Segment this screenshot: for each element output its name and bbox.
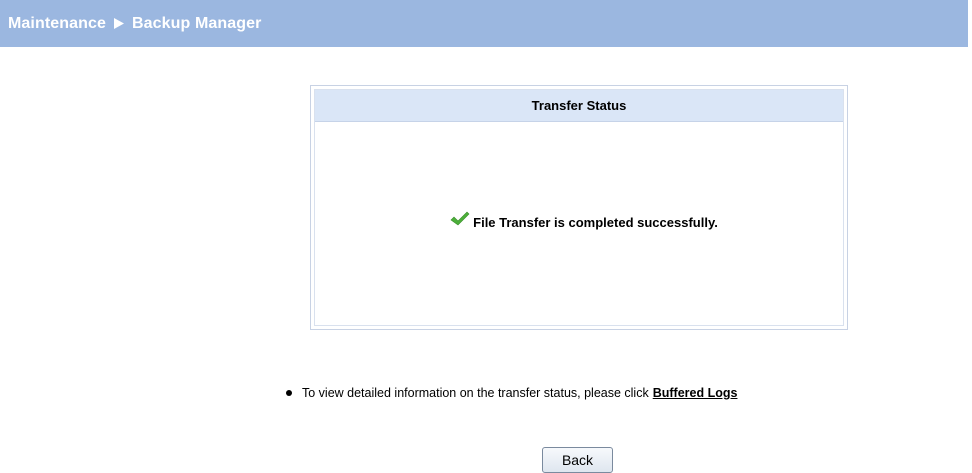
breadcrumb: Maintenance Backup Manager [8,15,261,33]
transfer-status-panel-inner: Transfer Status File Transfer is complet… [314,89,844,326]
bullet-icon [286,390,292,396]
info-text: To view detailed information on the tran… [302,386,649,400]
transfer-status-panel: Transfer Status File Transfer is complet… [310,85,848,330]
checkmark-icon [450,210,470,228]
panel-body: File Transfer is completed successfully. [315,122,843,322]
triangle-right-icon [114,18,125,29]
breadcrumb-section: Maintenance [8,14,107,32]
back-button[interactable]: Back [542,447,613,473]
panel-title: Transfer Status [315,90,843,122]
status-message-text: File Transfer is completed successfully. [473,214,718,230]
breadcrumb-page: Backup Manager [132,14,262,32]
header-bar: Maintenance Backup Manager [0,0,968,47]
status-message: File Transfer is completed successfully. [450,211,718,230]
info-line: To view detailed information on the tran… [286,386,737,400]
buffered-logs-link[interactable]: Buffered Logs [653,386,738,400]
